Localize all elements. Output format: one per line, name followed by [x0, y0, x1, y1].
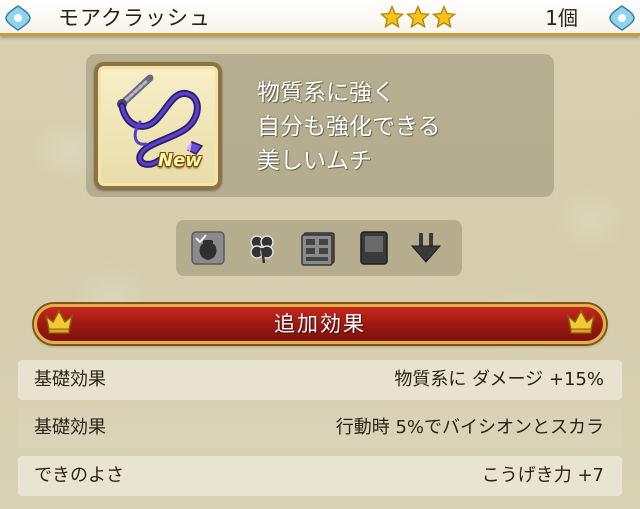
star-icon [432, 5, 456, 29]
stat-key: できのよさ [34, 465, 124, 486]
description-line: 自分も強化できる [257, 114, 441, 140]
ornament-left-icon [5, 5, 31, 31]
stat-row: 基礎効果 行動時 5%でバイシオンとスカラ [18, 408, 622, 448]
star-icon [406, 5, 430, 29]
description-line: 美しいムチ [257, 148, 372, 174]
section-title: 追加効果 [274, 312, 366, 336]
item-header: モアクラッシュ 1個 [0, 0, 640, 36]
stat-row: できのよさ こうげき力 +7 [18, 456, 622, 496]
card-icon[interactable] [356, 230, 392, 266]
item-description: 物質系に強く 自分も強化できる 美しいムチ [257, 76, 547, 178]
stat-key: 基礎効果 [34, 417, 106, 438]
stat-value: こうげき力 +7 [481, 465, 604, 486]
crown-icon [44, 309, 74, 334]
new-badge: New [158, 150, 202, 171]
crown-icon [566, 309, 596, 334]
clover-icon[interactable] [244, 230, 280, 266]
stat-row: 基礎効果 物質系に ダメージ +15% [18, 360, 622, 400]
stat-value: 行動時 5%でバイシオンとスカラ [335, 417, 604, 438]
item-name: モアクラッシュ [58, 6, 211, 30]
down-arrow-transfer-icon[interactable] [408, 230, 444, 266]
ornament-right-icon [609, 5, 635, 31]
star-icon [380, 5, 404, 29]
storage-drawers-icon[interactable] [300, 230, 336, 266]
section-ribbon: 追加効果 [34, 304, 606, 344]
stat-value: 物質系に ダメージ +15% [394, 369, 604, 390]
description-line: 物質系に強く [257, 80, 395, 106]
rarity-stars [380, 5, 456, 31]
pouch-sell-icon[interactable] [190, 230, 226, 266]
item-count: 1個 [545, 6, 578, 30]
stat-key: 基礎効果 [34, 369, 106, 390]
